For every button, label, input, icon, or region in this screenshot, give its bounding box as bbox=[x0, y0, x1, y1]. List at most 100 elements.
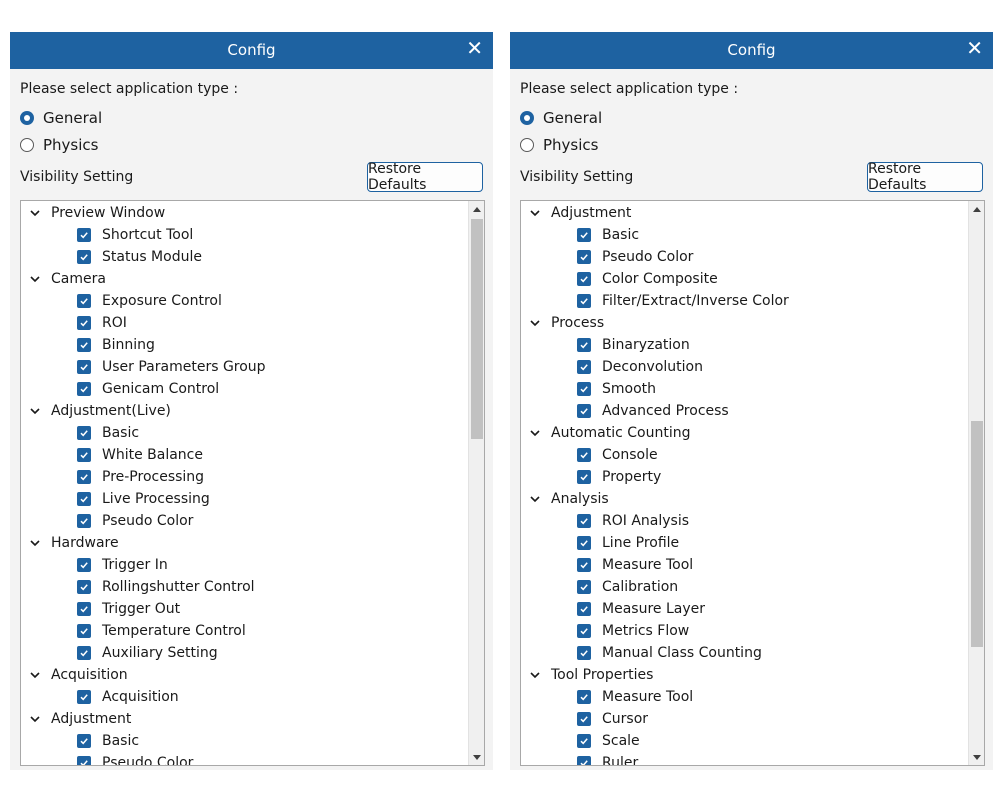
checkbox-checked-icon[interactable] bbox=[77, 426, 91, 440]
checkbox-checked-icon[interactable] bbox=[577, 272, 591, 286]
tree-item[interactable]: Color Composite bbox=[521, 268, 968, 290]
tree-group[interactable]: Automatic Counting bbox=[521, 422, 968, 444]
tree-item[interactable]: White Balance bbox=[21, 444, 468, 466]
tree-group[interactable]: Preview Window bbox=[21, 202, 468, 224]
checkbox-checked-icon[interactable] bbox=[577, 382, 591, 396]
close-icon[interactable]: ✕ bbox=[966, 37, 983, 59]
checkbox-checked-icon[interactable] bbox=[77, 734, 91, 748]
checkbox-checked-icon[interactable] bbox=[577, 470, 591, 484]
checkbox-checked-icon[interactable] bbox=[577, 756, 591, 765]
tree-group[interactable]: Acquisition bbox=[21, 664, 468, 686]
tree-item[interactable]: Scale bbox=[521, 730, 968, 752]
checkbox-checked-icon[interactable] bbox=[577, 294, 591, 308]
tree-item[interactable]: Genicam Control bbox=[21, 378, 468, 400]
tree-group[interactable]: Hardware bbox=[21, 532, 468, 554]
tree-item[interactable]: Auxiliary Setting bbox=[21, 642, 468, 664]
tree-item[interactable]: Binaryzation bbox=[521, 334, 968, 356]
scroll-up-arrow-icon[interactable] bbox=[970, 202, 984, 216]
tree-item[interactable]: Property bbox=[521, 466, 968, 488]
chevron-down-icon[interactable] bbox=[29, 273, 41, 285]
tree-item[interactable]: Basic bbox=[21, 422, 468, 444]
tree-item[interactable]: Live Processing bbox=[21, 488, 468, 510]
checkbox-checked-icon[interactable] bbox=[77, 756, 91, 765]
checkbox-checked-icon[interactable] bbox=[77, 382, 91, 396]
checkbox-checked-icon[interactable] bbox=[77, 360, 91, 374]
vertical-scrollbar[interactable] bbox=[968, 201, 984, 765]
checkbox-checked-icon[interactable] bbox=[577, 514, 591, 528]
checkbox-checked-icon[interactable] bbox=[77, 470, 91, 484]
checkbox-checked-icon[interactable] bbox=[577, 712, 591, 726]
checkbox-checked-icon[interactable] bbox=[77, 492, 91, 506]
tree-item[interactable]: Manual Class Counting bbox=[521, 642, 968, 664]
checkbox-checked-icon[interactable] bbox=[77, 624, 91, 638]
chevron-down-icon[interactable] bbox=[29, 207, 41, 219]
checkbox-checked-icon[interactable] bbox=[77, 338, 91, 352]
radio-physics[interactable]: Physics bbox=[20, 134, 98, 156]
checkbox-checked-icon[interactable] bbox=[577, 690, 591, 704]
tree-item[interactable]: User Parameters Group bbox=[21, 356, 468, 378]
tree-group[interactable]: Analysis bbox=[521, 488, 968, 510]
tree-item[interactable]: Acquisition bbox=[21, 686, 468, 708]
restore-defaults-button[interactable]: Restore Defaults bbox=[367, 161, 483, 193]
tree-item[interactable]: Status Module bbox=[21, 246, 468, 268]
tree-item[interactable]: Measure Tool bbox=[521, 686, 968, 708]
tree-item[interactable]: Console bbox=[521, 444, 968, 466]
checkbox-checked-icon[interactable] bbox=[77, 690, 91, 704]
checkbox-checked-icon[interactable] bbox=[77, 602, 91, 616]
scroll-thumb[interactable] bbox=[471, 219, 483, 439]
tree-item[interactable]: Cursor bbox=[521, 708, 968, 730]
tree-item[interactable]: Advanced Process bbox=[521, 400, 968, 422]
tree-item[interactable]: Pseudo Color bbox=[21, 752, 468, 765]
tree-item[interactable]: Exposure Control bbox=[21, 290, 468, 312]
tree-group[interactable]: Camera bbox=[21, 268, 468, 290]
checkbox-checked-icon[interactable] bbox=[577, 228, 591, 242]
checkbox-checked-icon[interactable] bbox=[577, 646, 591, 660]
radio-selected-icon[interactable] bbox=[520, 111, 534, 125]
scroll-thumb[interactable] bbox=[971, 421, 983, 647]
chevron-down-icon[interactable] bbox=[29, 669, 41, 681]
tree-item[interactable]: Metrics Flow bbox=[521, 620, 968, 642]
tree-item[interactable]: Trigger Out bbox=[21, 598, 468, 620]
checkbox-checked-icon[interactable] bbox=[577, 602, 591, 616]
tree-group[interactable]: Process bbox=[521, 312, 968, 334]
checkbox-checked-icon[interactable] bbox=[77, 580, 91, 594]
chevron-down-icon[interactable] bbox=[529, 493, 541, 505]
tree-item[interactable]: Measure Tool bbox=[521, 554, 968, 576]
checkbox-checked-icon[interactable] bbox=[77, 228, 91, 242]
tree-item[interactable]: Line Profile bbox=[521, 532, 968, 554]
tree-item[interactable]: Basic bbox=[521, 224, 968, 246]
scroll-down-arrow-icon[interactable] bbox=[470, 750, 484, 764]
radio-unselected-icon[interactable] bbox=[20, 138, 34, 152]
chevron-down-icon[interactable] bbox=[29, 537, 41, 549]
tree-item[interactable]: Calibration bbox=[521, 576, 968, 598]
tree-item[interactable]: Smooth bbox=[521, 378, 968, 400]
checkbox-checked-icon[interactable] bbox=[577, 536, 591, 550]
checkbox-checked-icon[interactable] bbox=[577, 404, 591, 418]
chevron-down-icon[interactable] bbox=[529, 669, 541, 681]
checkbox-checked-icon[interactable] bbox=[577, 250, 591, 264]
checkbox-checked-icon[interactable] bbox=[77, 448, 91, 462]
visibility-tree[interactable]: Adjustment Basic Pseudo Color Color Composi… bbox=[520, 200, 985, 766]
tree-group[interactable]: Tool Properties bbox=[521, 664, 968, 686]
tree-item[interactable]: Pre-Processing bbox=[21, 466, 468, 488]
visibility-tree[interactable]: Preview Window Shortcut Tool Status Module… bbox=[20, 200, 485, 766]
tree-group[interactable]: Adjustment bbox=[521, 202, 968, 224]
tree-item[interactable]: Filter/Extract/Inverse Color bbox=[521, 290, 968, 312]
tree-item[interactable]: Rollingshutter Control bbox=[21, 576, 468, 598]
tree-item[interactable]: Basic bbox=[21, 730, 468, 752]
radio-general[interactable]: General bbox=[520, 107, 602, 129]
scroll-down-arrow-icon[interactable] bbox=[970, 750, 984, 764]
vertical-scrollbar[interactable] bbox=[468, 201, 484, 765]
chevron-down-icon[interactable] bbox=[29, 713, 41, 725]
radio-general[interactable]: General bbox=[20, 107, 102, 129]
tree-item[interactable]: Pseudo Color bbox=[21, 510, 468, 532]
radio-unselected-icon[interactable] bbox=[520, 138, 534, 152]
tree-group[interactable]: Adjustment bbox=[21, 708, 468, 730]
checkbox-checked-icon[interactable] bbox=[577, 360, 591, 374]
tree-item[interactable]: Trigger In bbox=[21, 554, 468, 576]
tree-item[interactable]: ROI Analysis bbox=[521, 510, 968, 532]
close-icon[interactable]: ✕ bbox=[466, 37, 483, 59]
chevron-down-icon[interactable] bbox=[529, 207, 541, 219]
tree-item[interactable]: Deconvolution bbox=[521, 356, 968, 378]
checkbox-checked-icon[interactable] bbox=[77, 250, 91, 264]
